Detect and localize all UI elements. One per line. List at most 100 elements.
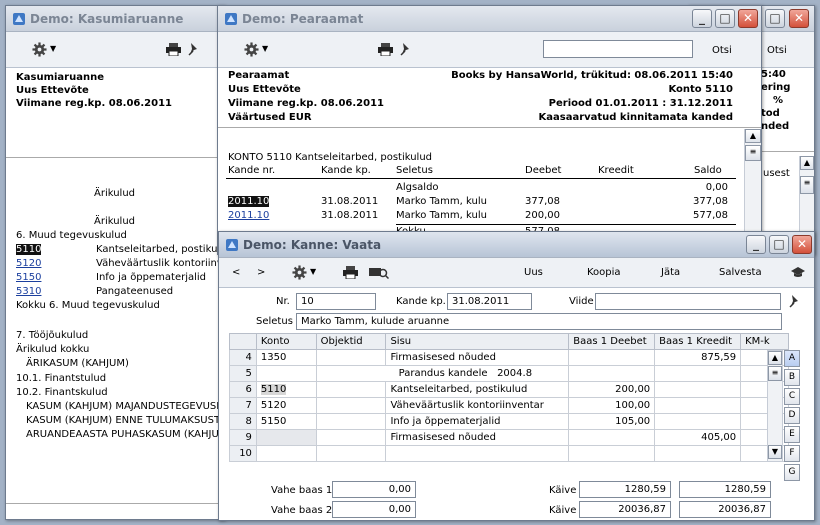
printer-icon[interactable] [343,266,358,279]
scroll-thumb[interactable]: ≡ [768,366,782,381]
account-code-link[interactable]: 5310 [16,286,41,297]
table-row[interactable]: 6 5110 Kantseleitarbed, postikulud 200,0… [229,381,789,398]
account-code-link[interactable]: 5120 [16,258,41,269]
col-objektid[interactable]: Objektid [315,333,387,350]
date-field[interactable]: 31.08.2011 [447,293,532,310]
cell-konto[interactable] [255,445,317,462]
printer-icon[interactable] [166,43,181,56]
report-account-row[interactable]: 5150 Info ja õppematerjalid [6,272,224,285]
close-button[interactable]: ✕ [738,9,758,28]
col-vat-code[interactable]: KM-k [740,333,789,350]
cell-objektid[interactable] [315,429,387,446]
tab-d[interactable]: D [784,407,800,424]
prev-record-button[interactable]: < [232,267,240,278]
cell-debit[interactable]: 100,00 [568,397,656,414]
tab-e[interactable]: E [784,426,800,443]
cell-credit[interactable]: 405,00 [654,429,742,446]
report-account-row[interactable]: 5110 Kantseleitarbed, postikulud [6,244,224,257]
search-input[interactable] [543,40,693,58]
cell-sisu[interactable]: Firmasisesed nõuded [385,349,570,366]
table-row[interactable]: 5 Parandus kandele 2004.8 [229,365,789,382]
minimize-button[interactable]: _ [746,235,766,254]
cell-konto[interactable]: 5110 [255,381,317,398]
cell-sisu[interactable]: Info ja õppematerjalid [385,413,570,430]
table-row[interactable]: 7 5120 Väheväärtuslik kontoriinventar 10… [229,397,789,414]
copy-button[interactable]: Koopia [587,267,621,278]
scroll-up-button[interactable]: ▲ [800,156,814,170]
cell-debit[interactable] [568,365,656,382]
scroll-thumb[interactable]: ≡ [800,176,814,194]
description-field[interactable]: Marko Tamm, kulude aruanne [296,313,782,330]
next-record-button[interactable]: > [257,267,265,278]
tab-c[interactable]: C [784,388,800,405]
cell-konto[interactable] [255,429,317,446]
cell-objektid[interactable] [315,349,387,366]
cell-konto[interactable]: 1350 [255,349,317,366]
new-button[interactable]: Uus [524,267,543,278]
pin-icon[interactable] [188,42,200,56]
window-pearaamat[interactable]: Demo: Pearaamat _ □ ✕ ▼ Otsi Pearaamat B… [217,5,762,255]
cell-debit[interactable] [568,429,656,446]
tab-b[interactable]: B [784,369,800,386]
maximize-button[interactable]: □ [769,235,789,254]
minimize-button[interactable]: _ [692,9,712,28]
window-titlebar[interactable]: Demo: Pearaamat _ □ ✕ [218,6,761,32]
printer-icon[interactable] [378,43,393,56]
cell-credit[interactable] [654,397,742,414]
cell-debit[interactable]: 105,00 [568,413,656,430]
cell-credit[interactable] [654,381,742,398]
cell-objektid[interactable] [315,397,387,414]
cell-objektid[interactable] [315,445,387,462]
ledger-row[interactable]: 2011.10 31.08.2011 Marko Tamm, kulu 200,… [218,210,743,223]
gear-icon[interactable] [244,42,259,57]
window-titlebar[interactable]: Demo: Kanne: Vaata _ □ ✕ [219,232,814,258]
cell-credit[interactable] [654,413,742,430]
col-konto[interactable]: Konto [255,333,317,350]
report-account-row[interactable]: 5120 Väheväärtuslik kontoriinventar [6,258,224,271]
tab-g[interactable]: G [784,464,800,481]
cell-correction[interactable]: Parandus kandele 2004.8 [315,365,570,382]
chevron-down-icon[interactable]: ▼ [310,267,316,276]
cell-debit[interactable] [568,445,656,462]
window-kanne-vaata[interactable]: Demo: Kanne: Vaata _ □ ✕ < > ▼ Uus Koopi… [218,231,815,521]
save-button[interactable]: Salvesta [719,267,762,278]
table-row[interactable]: 8 5150 Info ja õppematerjalid 105,00 [229,413,789,430]
cell-sisu[interactable] [385,445,570,462]
ledger-row[interactable]: 2011.10 31.08.2011 Marko Tamm, kulu 377,… [218,196,743,209]
search-button[interactable]: Otsi [767,45,787,56]
col-debit[interactable]: Baas 1 Deebet [568,333,656,350]
table-row[interactable]: 4 1350 Firmasisesed nõuded 875,59 [229,349,789,366]
cell-konto[interactable]: 5120 [255,397,317,414]
table-row[interactable]: 9 Firmasisesed nõuded 405,00 [229,429,789,446]
account-code-link[interactable]: 5110 [16,244,42,255]
cell-objektid[interactable] [315,413,387,430]
gear-icon[interactable] [32,42,47,57]
entry-link[interactable]: 2011.10 [228,196,270,207]
close-button[interactable]: ✕ [789,9,809,28]
report-account-row[interactable]: 5310 Pangateenused [6,286,224,299]
maximize-button[interactable]: □ [765,9,785,28]
window-kasumiaruanne[interactable]: Demo: Kasumiaruanne ▼ Kasumiaruanne Uus … [5,5,225,520]
cell-credit[interactable] [654,445,742,462]
chevron-down-icon[interactable]: ▼ [262,44,268,53]
table-row[interactable]: 10 [229,445,789,462]
account-code-link[interactable]: 5150 [16,272,41,283]
pin-icon[interactable] [789,294,801,308]
grid-scrollbar[interactable]: ▲ ≡ ▼ [767,350,783,462]
cell-debit[interactable]: 200,00 [568,381,656,398]
entry-link[interactable]: 2011.10 [228,210,269,221]
leave-button[interactable]: Jäta [661,267,680,278]
cell-sisu[interactable]: Kantseleitarbed, postikulud [385,381,570,398]
cell-credit[interactable] [654,365,742,382]
cell-konto[interactable] [255,365,317,382]
pin-icon[interactable] [400,42,412,56]
scroll-up-button[interactable]: ▲ [745,129,761,143]
tab-a[interactable]: A [784,350,800,367]
reference-field[interactable] [595,293,781,310]
maximize-button[interactable]: □ [715,9,735,28]
col-credit[interactable]: Baas 1 Kreedit [654,333,742,350]
col-sisu[interactable]: Sisu [385,333,570,350]
search-button[interactable]: Otsi [712,45,732,56]
cell-sisu[interactable]: Väheväärtuslik kontoriinventar [385,397,570,414]
scroll-thumb[interactable]: ≡ [745,145,761,161]
